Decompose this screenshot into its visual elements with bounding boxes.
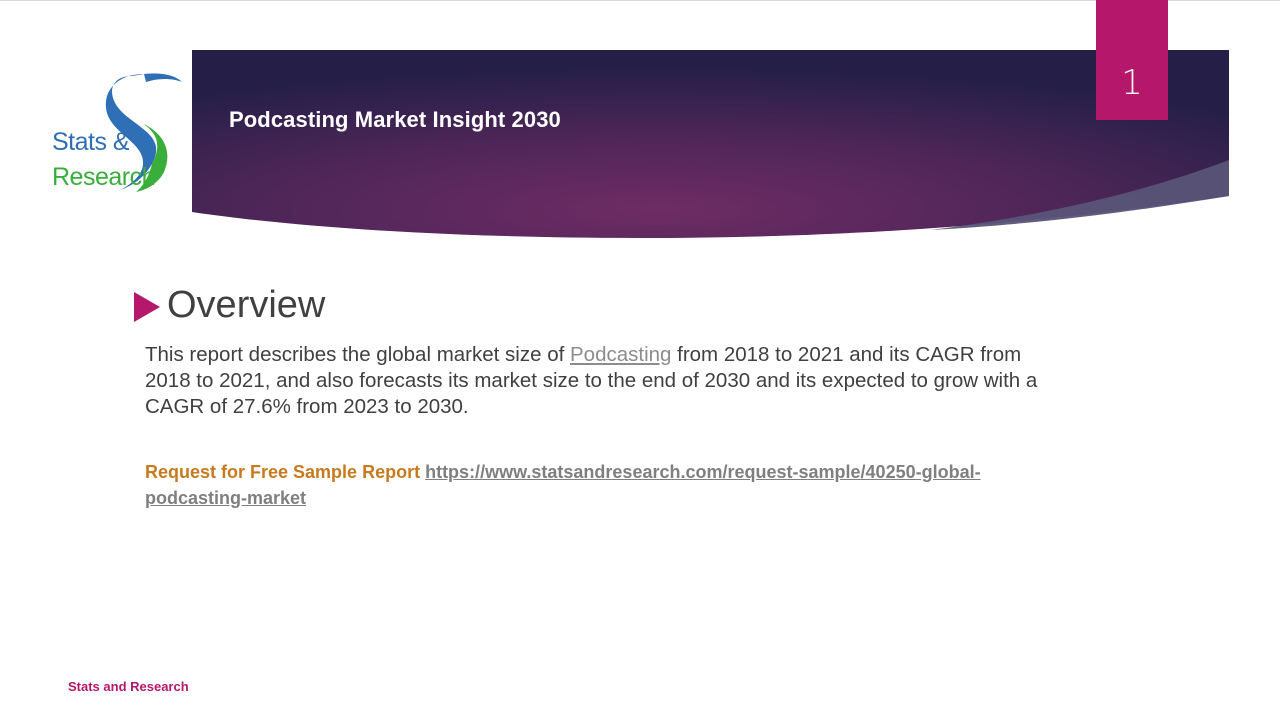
presentation-title: Podcasting Market Insight 2030 bbox=[229, 107, 561, 132]
logo-text-line1: Stats & bbox=[52, 128, 130, 156]
footer-brand: Stats and Research bbox=[68, 679, 189, 694]
section-title: Overview bbox=[167, 284, 326, 326]
podcasting-link[interactable]: Podcasting bbox=[570, 343, 671, 366]
overview-paragraph: This report describes the global market … bbox=[145, 342, 1055, 420]
logo-text-line2: Research bbox=[52, 163, 156, 191]
header-banner bbox=[192, 50, 1229, 238]
sample-request-label: Request for Free Sample Report bbox=[145, 462, 421, 482]
sample-request-block: Request for Free Sample Report https://w… bbox=[145, 459, 1045, 511]
page-number: 1 bbox=[1121, 63, 1143, 103]
triangle-bullet-icon bbox=[134, 292, 160, 322]
paragraph-text-start: This report describes the global market … bbox=[145, 343, 570, 366]
slide: Stats & Research Podcasting Market Insig… bbox=[0, 0, 1280, 720]
